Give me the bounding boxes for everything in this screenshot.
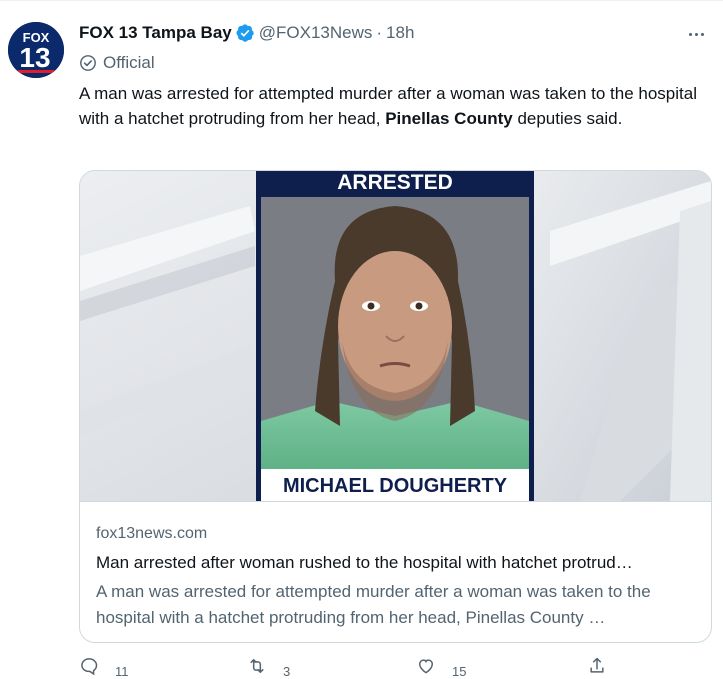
verified-badge-icon	[236, 24, 254, 42]
avatar[interactable]: FOX 13	[8, 22, 64, 78]
retweet-icon	[250, 659, 264, 673]
card-image[interactable]: ARRESTED MICHAEL DOUGHERTY	[80, 171, 711, 502]
reply-button[interactable]: 11	[79, 656, 129, 679]
reply-icon	[81, 658, 98, 676]
card-domain: fox13news.com	[96, 525, 208, 542]
svg-text:13: 13	[19, 42, 50, 73]
tweet-text-end: deputies said.	[512, 109, 623, 128]
more-dots-icon[interactable]	[684, 24, 708, 44]
tweet-timestamp[interactable]: 18h	[386, 23, 414, 43]
heart-icon	[418, 659, 434, 674]
official-check-icon	[80, 55, 96, 71]
fox13-logo-icon: FOX 13	[8, 22, 64, 78]
tweet-header: FOX 13 Tampa Bay @FOX13News · 18h	[79, 22, 414, 44]
action-bar: 11 3 15	[79, 656, 711, 679]
share-icon	[590, 657, 604, 673]
like-button[interactable]: 15	[416, 656, 466, 679]
link-card[interactable]: ARRESTED MICHAEL DOUGHERTY fox13news.com…	[79, 170, 712, 643]
card-description: A man was arrested for attempted murder …	[96, 582, 651, 627]
share-button[interactable]	[587, 656, 607, 676]
official-text: Official	[103, 53, 155, 72]
official-label: Official	[79, 52, 155, 74]
card-image-banner: ARRESTED	[337, 171, 453, 194]
card-image-caption: MICHAEL DOUGHERTY	[283, 475, 508, 497]
card-title: Man arrested after woman rushed to the h…	[96, 553, 633, 572]
tweet-text-bold: Pinellas County	[385, 109, 513, 128]
top-divider	[0, 0, 723, 1]
tweet-text: A man was arrested for attempted murder …	[79, 81, 711, 131]
separator-dot: ·	[376, 23, 383, 42]
retweet-button[interactable]: 3	[247, 656, 290, 679]
author-name[interactable]: FOX 13 Tampa Bay	[79, 23, 232, 43]
author-handle[interactable]: @FOX13News	[259, 23, 373, 43]
